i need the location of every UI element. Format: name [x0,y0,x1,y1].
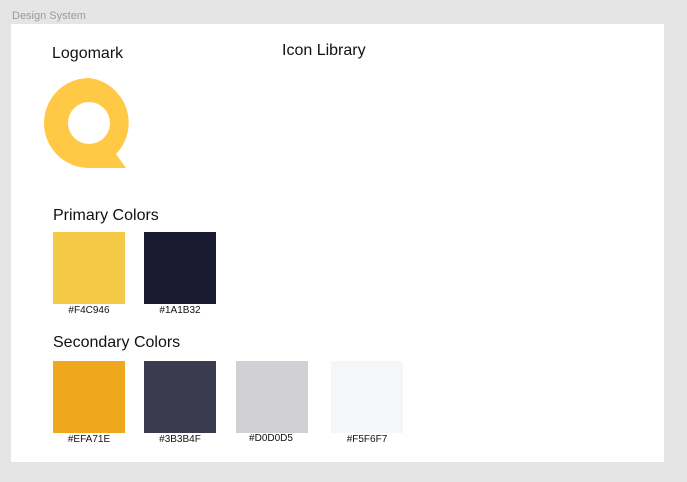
secondary-swatch-off-white-label: #F5F6F7 [346,434,388,445]
design-canvas: Design System Logomark Icon Library Prim… [0,0,687,482]
secondary-swatch-light-gray[interactable] [236,361,308,433]
secondary-swatch-orange-label: #EFA71E [67,434,111,445]
primary-swatch-yellow[interactable] [53,232,125,304]
logomark-title: Logomark [52,45,124,62]
frame-label[interactable]: Design System [12,10,86,22]
secondary-swatch-orange[interactable] [53,361,125,433]
primary-swatch-yellow-label: #F4C946 [68,305,110,316]
design-system-frame[interactable]: Logomark Icon Library Primary Colors #F4… [11,24,664,462]
secondary-swatch-off-white[interactable] [331,361,403,433]
secondary-colors-title: Secondary Colors [53,334,181,351]
secondary-swatch-light-gray-label: #D0D0D5 [249,433,293,444]
logomark-shape [44,78,129,168]
secondary-swatch-charcoal[interactable] [144,361,216,433]
speech-bubble-logo-icon [44,78,129,168]
icon-library-title: Icon Library [282,42,366,59]
primary-swatch-navy[interactable] [144,232,216,304]
secondary-swatch-charcoal-label: #3B3B4F [159,434,201,445]
primary-colors-title: Primary Colors [53,207,159,224]
primary-swatch-navy-label: #1A1B32 [159,305,201,316]
